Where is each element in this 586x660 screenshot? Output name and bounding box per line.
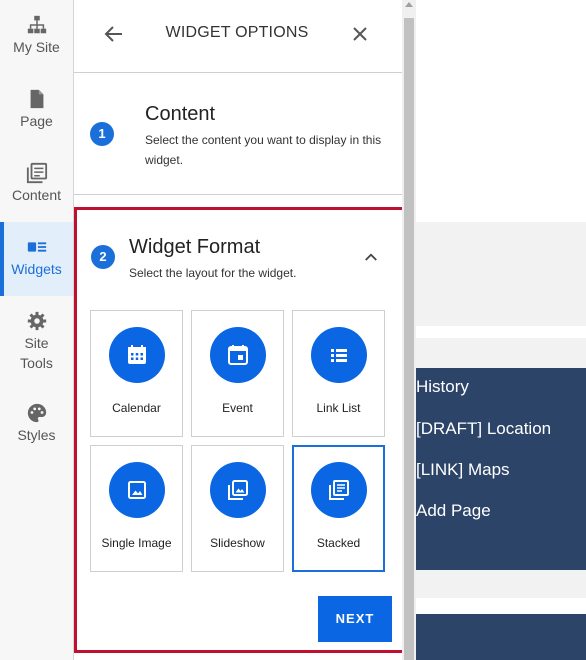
close-icon[interactable] [348,22,372,46]
step-title: Widget Format [129,236,261,258]
step-description: Select the layout for the widget. [129,266,297,280]
step-widget-format: 2 Widget Format Select the layout for th… [74,207,406,653]
background-page: History [DRAFT] Location [LINK] Maps Add… [416,0,586,660]
sidebar-item-label: Widgets [11,261,62,277]
sidebar-item-site-tools[interactable]: Site Tools [0,296,73,388]
sidebar-item-widgets[interactable]: Widgets [0,222,73,296]
tile-label: Stacked [316,536,361,550]
format-tile-slideshow[interactable]: Slideshow [191,445,284,572]
back-arrow-icon[interactable] [102,22,126,46]
calendar-icon [128,345,146,364]
gear-icon [27,311,46,331]
step-number-badge: 2 [91,245,115,269]
panel-header: WIDGET OPTIONS [74,0,402,73]
page-icon [30,89,43,109]
content-icon [26,162,47,184]
sidebar-item-label: Styles [17,427,56,443]
sidebar-item-label: Site [24,335,49,351]
sidebar-item-label-line2: Tools [20,355,53,371]
list-icon [331,349,347,362]
widget-options-panel: WIDGET OPTIONS 1 Content Select the cont… [74,0,406,660]
tile-label: Event [222,401,253,415]
background-nav-item[interactable]: Add Page [416,501,491,521]
scroll-up-arrow-icon[interactable] [405,2,413,7]
next-button[interactable]: NEXT [318,596,392,642]
background-band [416,338,586,368]
stacked-icon [329,480,349,500]
widgets-icon [27,242,46,252]
slideshow-icon [228,480,248,500]
chevron-up-icon[interactable] [362,248,380,266]
format-tile-link-list[interactable]: Link List [292,310,385,437]
panel-scrollbar[interactable] [402,0,416,660]
sidebar-item-page[interactable]: Page [0,74,73,148]
sitemap-icon [27,15,46,34]
step-content[interactable]: 1 Content Select the content you want to… [74,73,402,195]
step-number-badge: 1 [90,122,114,146]
panel-title: WIDGET OPTIONS [165,24,309,41]
sidebar-item-label: Page [20,113,53,129]
image-icon [128,481,146,499]
format-tile-single-image[interactable]: Single Image [90,445,183,572]
sidebar-item-label: Content [11,187,62,203]
format-tile-stacked[interactable]: Stacked [292,445,385,572]
step-title: Content [145,103,216,125]
sidebar-item-styles[interactable]: Styles [0,388,73,462]
sidebar-item-content[interactable]: Content [0,148,73,222]
background-nav-item[interactable]: History [416,377,469,397]
tile-label: Single Image [101,536,172,550]
tile-label: Link List [316,401,361,415]
background-band [416,570,586,598]
background-footer [416,614,586,660]
left-sidebar: My Site Page Content Widgets Site Tools … [0,0,74,660]
tile-label: Slideshow [210,536,265,550]
step-description: Select the content you want to display i… [145,133,382,167]
scroll-thumb[interactable] [404,18,414,660]
sidebar-item-my-site[interactable]: My Site [0,0,73,74]
background-nav-item[interactable]: [DRAFT] Location [416,419,551,439]
format-tile-event[interactable]: Event [191,310,284,437]
sidebar-item-label: My Site [13,39,60,55]
background-site-nav: History [DRAFT] Location [LINK] Maps Add… [416,368,586,570]
background-nav-item[interactable]: [LINK] Maps [416,460,510,480]
tile-label: Calendar [112,401,161,415]
format-tile-calendar[interactable]: Calendar [90,310,183,437]
background-band [416,222,586,326]
palette-icon [27,403,46,423]
event-icon [228,345,248,365]
